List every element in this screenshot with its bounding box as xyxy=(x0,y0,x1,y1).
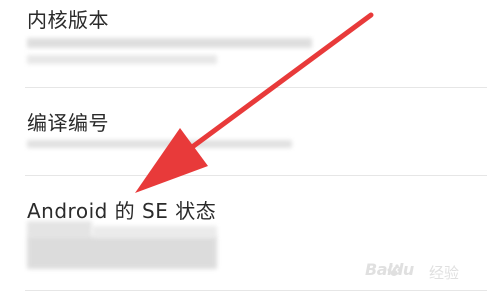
settings-item-kernel-version[interactable]: 内核版本 xyxy=(0,0,487,86)
list-divider xyxy=(25,290,487,291)
settings-item-title: Android 的 SE 状态 xyxy=(27,199,217,223)
settings-item-title: 内核版本 xyxy=(27,8,109,32)
baidu-watermark: Baidu 经验 xyxy=(365,256,480,286)
watermark-suffix: 经验 xyxy=(429,264,460,282)
settings-item-title: 编译编号 xyxy=(27,111,109,135)
settings-item-build-number[interactable]: 编译编号 xyxy=(0,88,487,174)
about-phone-screen: 内核版本 编译编号 Android 的 SE 状态 Baidu 经验 xyxy=(0,0,487,301)
watermark-brand: Baidu xyxy=(365,260,414,279)
